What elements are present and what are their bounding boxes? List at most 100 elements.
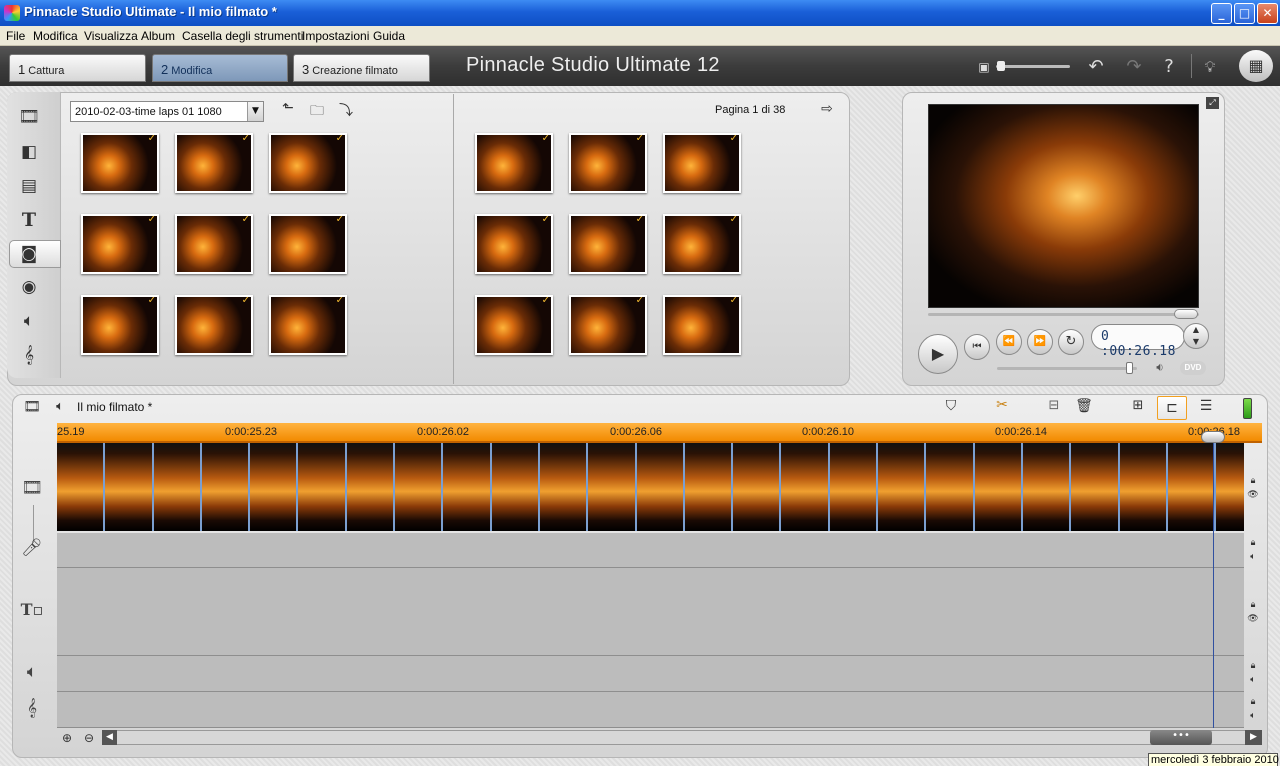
clip-frame[interactable]: [298, 443, 347, 531]
clip-frame[interactable]: [684, 443, 734, 531]
help-icon[interactable]: ?: [1157, 56, 1181, 78]
themes-icon[interactable]: ▤: [14, 173, 44, 199]
sound-effects-track[interactable]: [57, 656, 1244, 692]
photo-thumbnail[interactable]: ✓: [569, 295, 647, 355]
fullscreen-icon[interactable]: ⤢: [1206, 97, 1219, 109]
minimize-button[interactable]: _: [1211, 3, 1232, 24]
scrubber-track[interactable]: [928, 313, 1199, 316]
scroll-left-arrow[interactable]: ◀: [102, 730, 117, 745]
timecode-stepper[interactable]: ▲ ▼: [1183, 323, 1209, 349]
photo-thumbnail[interactable]: ✓: [269, 133, 347, 193]
titles-icon[interactable]: T: [14, 207, 44, 233]
lock-icon[interactable]: 🔒︎ 🔈︎: [1246, 695, 1260, 723]
photo-thumbnail[interactable]: ✓: [175, 133, 253, 193]
scroll-right-arrow[interactable]: ▶: [1245, 730, 1262, 745]
clip-frame[interactable]: [1216, 443, 1244, 531]
menu-modifica[interactable]: Modifica: [33, 29, 78, 43]
marker-icon[interactable]: ⛉: [941, 398, 961, 418]
volume-handle[interactable]: [1126, 362, 1133, 374]
clip-frame[interactable]: [1119, 443, 1168, 531]
timecode-display[interactable]: 0 :00:26.18: [1091, 324, 1185, 359]
playhead-handle[interactable]: [1201, 431, 1225, 443]
clip-frame[interactable]: [491, 443, 540, 531]
menu-visualizza[interactable]: Visualizza: [84, 29, 138, 43]
photo-thumbnail[interactable]: ✓: [475, 214, 553, 274]
maximize-button[interactable]: □: [1234, 3, 1255, 24]
folder-icon[interactable]: 🗀︎: [307, 100, 327, 120]
time-ruler[interactable]: 25.19 0:00:25.23 0:00:26.02 0:00:26.06 0…: [57, 423, 1262, 443]
clip-frame[interactable]: [346, 443, 396, 531]
trash-icon[interactable]: 🗑︎: [1074, 398, 1094, 418]
chevron-down-icon[interactable]: ▼: [247, 102, 263, 121]
video-track-icon[interactable]: 🎞︎: [18, 478, 46, 498]
split-clip-icon[interactable]: ⊟: [1044, 398, 1064, 418]
undo-icon[interactable]: ↶: [1084, 56, 1108, 78]
folder-up-icon[interactable]: ⬑: [278, 100, 298, 120]
storyboard-view-icon[interactable]: ⊞: [1126, 398, 1150, 418]
disc-menus-icon[interactable]: ◉: [14, 274, 44, 300]
microphone-icon[interactable]: 🎤︎: [18, 538, 46, 558]
photo-thumbnail[interactable]: ✓: [269, 295, 347, 355]
title-track-icon[interactable]: T▫: [18, 600, 46, 619]
clip-frame[interactable]: [201, 443, 251, 531]
transitions-icon[interactable]: ◧: [14, 139, 44, 165]
zoom-slider[interactable]: [996, 65, 1070, 68]
timeline-scrollbar[interactable]: [102, 730, 1262, 745]
lightbulb-icon[interactable]: 💡︎: [1198, 56, 1222, 78]
refresh-arrow-icon[interactable]: ⤵: [336, 100, 356, 120]
timeline-view-icon[interactable]: ⊏: [1157, 396, 1187, 420]
clip-frame[interactable]: [926, 443, 975, 531]
go-to-start-button[interactable]: ⏮: [964, 334, 990, 360]
rewind-button[interactable]: ⏪: [996, 329, 1022, 355]
razor-scissors-icon[interactable]: ✂: [988, 397, 1016, 417]
photo-thumbnail[interactable]: ✓: [663, 133, 741, 193]
photo-thumbnail[interactable]: ✓: [81, 214, 159, 274]
photo-thumbnail[interactable]: ✓: [475, 295, 553, 355]
audio-track[interactable]: [57, 533, 1244, 568]
clip-frame[interactable]: [636, 443, 685, 531]
speaker-icon[interactable]: 🔉︎: [1151, 360, 1169, 376]
video-track-clips[interactable]: [57, 443, 1244, 531]
clip-frame[interactable]: [1022, 443, 1072, 531]
photos-icon[interactable]: ◙: [14, 241, 44, 267]
photo-thumbnail[interactable]: ✓: [475, 133, 553, 193]
photo-thumbnail[interactable]: ✓: [569, 214, 647, 274]
photo-thumbnail[interactable]: ✓: [269, 214, 347, 274]
tab-cattura[interactable]: 1 Cattura: [9, 54, 146, 82]
menu-file[interactable]: File: [6, 29, 25, 43]
clip-frame[interactable]: [539, 443, 589, 531]
clip-frame[interactable]: [105, 443, 154, 531]
photo-thumbnail[interactable]: ✓: [569, 133, 647, 193]
sound-effects-track-icon[interactable]: 🔈︎: [18, 662, 46, 682]
video-track-view-icon[interactable]: 🎞︎: [20, 399, 44, 417]
lock-icon[interactable]: 🔒︎ 👁︎: [1246, 474, 1260, 502]
photo-thumbnail[interactable]: ✓: [663, 214, 741, 274]
clip-frame[interactable]: [733, 443, 782, 531]
music-track[interactable]: [57, 692, 1244, 728]
clip-frame[interactable]: [878, 443, 927, 531]
audio-view-icon[interactable]: 🔈︎: [49, 399, 71, 417]
text-view-icon[interactable]: ☰: [1193, 398, 1219, 418]
menu-casella-strumenti[interactable]: Casella degli strumenti: [182, 29, 303, 43]
clip-frame[interactable]: [57, 443, 106, 531]
tab-creazione-filmato[interactable]: 3 Creazione filmato: [293, 54, 430, 82]
scrollbar-thumb[interactable]: •••: [1150, 730, 1212, 745]
clip-frame[interactable]: [250, 443, 299, 531]
clip-frame[interactable]: [781, 443, 830, 531]
menu-impostazioni[interactable]: Impostazioni: [302, 29, 369, 43]
clip-frame[interactable]: [829, 443, 879, 531]
clip-frame[interactable]: [1071, 443, 1120, 531]
fast-forward-button[interactable]: ⏩: [1027, 329, 1053, 355]
music-track-icon[interactable]: 𝄞: [18, 698, 46, 718]
play-button[interactable]: ▶: [918, 334, 958, 374]
zoom-in-icon[interactable]: ⊕: [59, 731, 75, 747]
next-page-icon[interactable]: ⇨: [818, 101, 836, 119]
clip-frame[interactable]: [1167, 443, 1217, 531]
photo-thumbnail[interactable]: ✓: [663, 295, 741, 355]
menu-guida[interactable]: Guida: [373, 29, 405, 43]
photo-thumbnail[interactable]: ✓: [81, 133, 159, 193]
dvd-icon[interactable]: DVD: [1180, 361, 1206, 375]
volume-slider[interactable]: [997, 367, 1137, 370]
scrubber-handle[interactable]: [1174, 309, 1198, 319]
menu-album[interactable]: Album: [141, 29, 175, 43]
